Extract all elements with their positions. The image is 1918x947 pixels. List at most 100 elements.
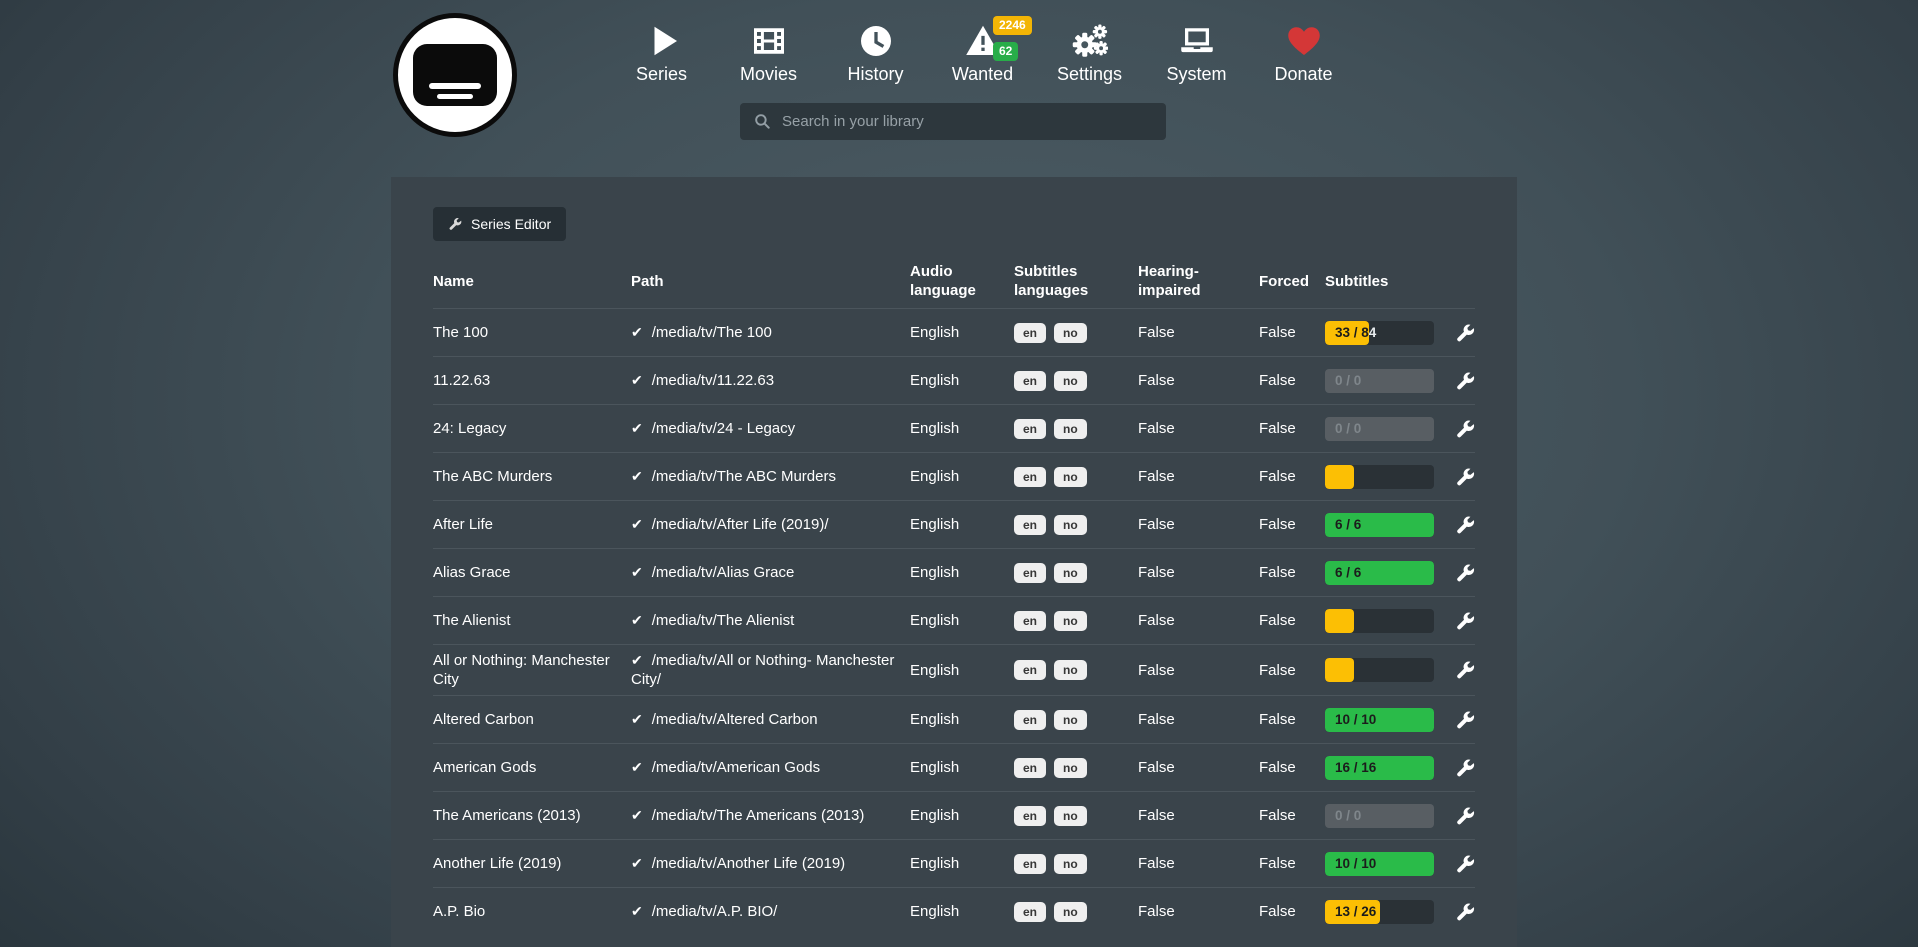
subtitles-cell: 16 / 1616 / 16	[1325, 750, 1445, 786]
series-path-cell: ✔/media/tv/All or Nothing- Manchester Ci…	[631, 645, 910, 695]
series-path-cell: ✔ /media/tv/Another Life (2019)	[631, 848, 910, 879]
language-badge-en: en	[1014, 419, 1046, 439]
series-name-link[interactable]: Alias Grace	[433, 557, 631, 588]
subtitles-progress-bar	[1325, 465, 1434, 489]
subtitles-progress-bar: 0 / 0	[1325, 417, 1434, 441]
series-path: /media/tv/American Gods	[652, 759, 820, 776]
progress-fill	[1325, 609, 1354, 633]
laptop-icon	[1179, 20, 1215, 62]
series-name-link[interactable]: A.P. Bio	[433, 896, 631, 927]
series-path: /media/tv/The Americans (2013)	[652, 807, 865, 824]
series-name-link[interactable]: Altered Carbon	[433, 704, 631, 735]
subtitles-progress-bar: 10 / 1010 / 10	[1325, 708, 1434, 732]
hearing-impaired-cell: False	[1138, 704, 1259, 735]
row-actions-cell	[1445, 557, 1475, 589]
nav-badge: 62	[993, 42, 1018, 61]
check-icon: ✔	[631, 612, 643, 628]
language-badge-no: no	[1054, 611, 1087, 631]
main-nav: Series MoviesHistoryWanted224662SettingsS…	[608, 20, 1357, 85]
audio-language-cell: English	[910, 752, 1014, 783]
edit-series-button[interactable]	[1445, 710, 1475, 730]
nav-item-settings[interactable]: Settings	[1036, 20, 1143, 85]
wrench-icon	[1455, 758, 1475, 778]
app-logo[interactable]	[393, 13, 517, 137]
series-path-cell: ✔/media/tv/The 100	[631, 317, 910, 348]
check-icon: ✔	[631, 420, 643, 436]
audio-language-cell: English	[910, 413, 1014, 444]
subtitle-languages-cell: enno	[1014, 654, 1138, 686]
series-name-link[interactable]: American Gods	[433, 752, 631, 783]
wrench-icon	[1455, 323, 1475, 343]
check-icon: ✔	[631, 516, 643, 532]
forced-cell: False	[1259, 704, 1325, 735]
nav-item-donate[interactable]: Donate	[1250, 20, 1357, 85]
nav-item-movies[interactable]: Movies	[715, 20, 822, 85]
subtitles-progress-bar: 16 / 1616 / 16	[1325, 756, 1434, 780]
audio-language-cell: English	[910, 655, 1014, 686]
series-name-link[interactable]: All or Nothing: Manchester City	[433, 645, 631, 695]
audio-language-cell: English	[910, 848, 1014, 879]
series-name-link[interactable]: 11.22.63	[433, 365, 631, 396]
edit-series-button[interactable]	[1445, 563, 1475, 583]
hearing-impaired-cell: False	[1138, 605, 1259, 636]
nav-item-history[interactable]: History	[822, 20, 929, 85]
edit-series-button[interactable]	[1445, 467, 1475, 487]
nav-item-series[interactable]: Series	[608, 20, 715, 85]
audio-language-cell: English	[910, 557, 1014, 588]
edit-series-button[interactable]	[1445, 419, 1475, 439]
forced-cell: False	[1259, 896, 1325, 927]
series-name-link[interactable]: 24: Legacy	[433, 413, 631, 444]
wrench-icon	[1455, 660, 1475, 680]
edit-series-button[interactable]	[1445, 902, 1475, 922]
progress-label: 0 / 0	[1325, 369, 1434, 393]
series-path-cell: ✔/media/tv/After Life (2019)/	[631, 509, 910, 540]
series-editor-label: Series Editor	[471, 216, 551, 232]
series-name-link[interactable]: The Alienist	[433, 605, 631, 636]
search-input[interactable]	[772, 113, 1166, 130]
series-name-link[interactable]: After Life	[433, 509, 631, 540]
row-actions-cell	[1445, 365, 1475, 397]
language-badge-no: no	[1054, 323, 1087, 343]
series-path: /media/tv/Another Life (2019)	[652, 855, 845, 872]
nav-label: Series	[636, 64, 687, 85]
subtitles-progress-bar: 33 / 8433 / 84	[1325, 321, 1434, 345]
series-path: /media/tv/The Alienist	[652, 612, 795, 629]
row-actions-cell	[1445, 800, 1475, 832]
series-name-link[interactable]: Another Life (2019)	[433, 848, 631, 879]
gears-icon	[1072, 20, 1108, 62]
edit-series-button[interactable]	[1445, 854, 1475, 874]
page-background: { "app": {"name": "bazarr-series-list"},…	[0, 0, 1918, 947]
table-header-row: NamePathAudio languageSubtitles language…	[433, 254, 1475, 308]
table-row: Altered Carbon✔/media/tv/Altered CarbonE…	[433, 695, 1475, 743]
subtitles-cell	[1325, 603, 1445, 639]
edit-series-button[interactable]	[1445, 806, 1475, 826]
edit-series-button[interactable]	[1445, 758, 1475, 778]
nav-item-system[interactable]: System	[1143, 20, 1250, 85]
column-header-forced: Forced	[1259, 272, 1325, 291]
subtitles-cell: 0 / 0	[1325, 798, 1445, 834]
edit-series-button[interactable]	[1445, 660, 1475, 680]
edit-series-button[interactable]	[1445, 323, 1475, 343]
row-actions-cell	[1445, 704, 1475, 736]
series-editor-button[interactable]: Series Editor	[433, 207, 566, 241]
subtitles-progress-bar	[1325, 609, 1434, 633]
edit-series-button[interactable]	[1445, 611, 1475, 631]
check-icon: ✔	[631, 855, 643, 871]
edit-series-button[interactable]	[1445, 371, 1475, 391]
series-name-link[interactable]: The ABC Murders	[433, 461, 631, 492]
subtitle-languages-cell: enno	[1014, 557, 1138, 589]
series-path: /media/tv/Altered Carbon	[652, 711, 818, 728]
series-name-link[interactable]: The Americans (2013)	[433, 800, 631, 831]
row-actions-cell	[1445, 654, 1475, 686]
language-badge-no: no	[1054, 660, 1087, 680]
subtitle-languages-cell: enno	[1014, 704, 1138, 736]
table-body: The 100✔/media/tv/The 100EnglishennoFals…	[433, 308, 1475, 935]
series-name-link[interactable]: The 100	[433, 317, 631, 348]
heart-icon	[1286, 20, 1322, 62]
progress-label: 0 / 0	[1325, 804, 1434, 828]
forced-cell: False	[1259, 557, 1325, 588]
edit-series-button[interactable]	[1445, 515, 1475, 535]
nav-item-wanted[interactable]: Wanted224662	[929, 20, 1036, 85]
table-row: After Life✔/media/tv/After Life (2019)/E…	[433, 500, 1475, 548]
subtitles-cell: 33 / 8433 / 84	[1325, 315, 1445, 351]
